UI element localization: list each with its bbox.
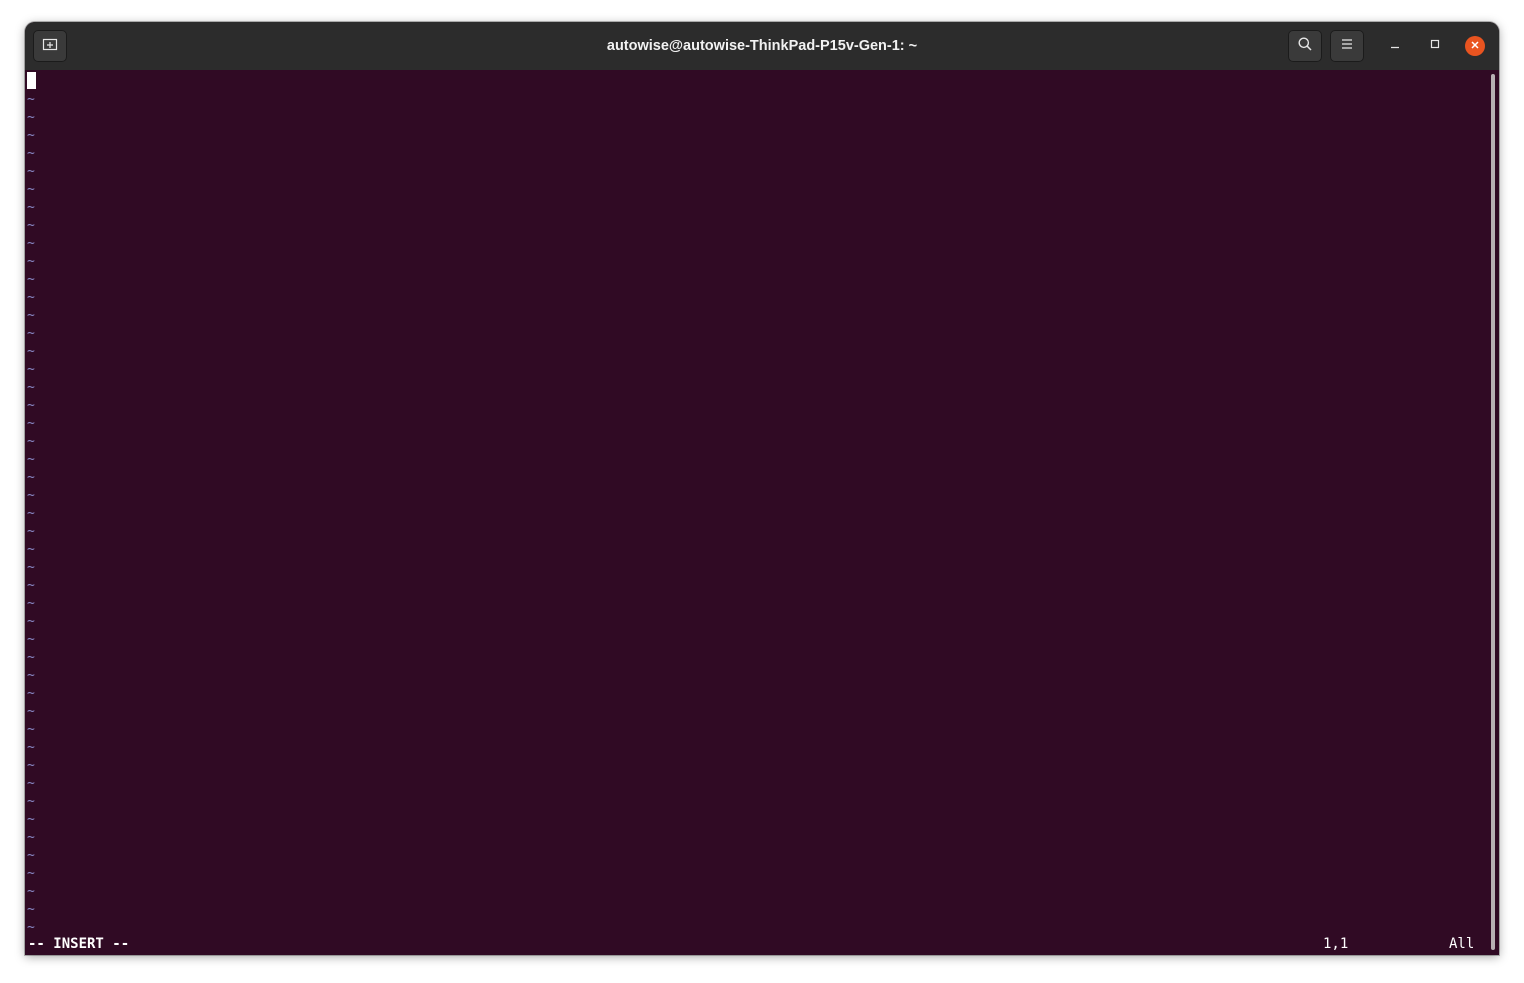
empty-line-marker: ~ (27, 632, 35, 647)
maximize-button[interactable] (1425, 36, 1445, 56)
empty-line-marker: ~ (27, 830, 35, 845)
empty-line-marker: ~ (27, 704, 35, 719)
cursor-position: 1,1 (1323, 936, 1349, 952)
hamburger-menu-icon (1340, 37, 1354, 56)
empty-line-marker: ~ (27, 92, 35, 107)
empty-line-marker: ~ (27, 308, 35, 323)
empty-line-marker: ~ (27, 668, 35, 683)
empty-line-marker: ~ (27, 164, 35, 179)
empty-line-marker: ~ (27, 218, 35, 233)
empty-line-marker: ~ (27, 344, 35, 359)
mode-indicator: -- INSERT -- (28, 936, 130, 952)
empty-line-markers: ~ ~ ~ ~ ~ ~ ~ ~ ~ ~ ~ ~ ~ ~ ~ ~ ~ ~ ~ ~ ~ ~ ~ ~ ~ ~ ~ ~ ~ ~ ~ ~ ~ ~ ~ ~ ~ ~ ~ ~… (27, 91, 35, 937)
empty-line-marker: ~ (27, 326, 35, 341)
empty-line-marker: ~ (27, 146, 35, 161)
empty-line-marker: ~ (27, 812, 35, 827)
empty-line-marker: ~ (27, 740, 35, 755)
empty-line-marker: ~ (27, 596, 35, 611)
empty-line-marker: ~ (27, 290, 35, 305)
new-tab-button[interactable] (33, 30, 67, 62)
empty-line-marker: ~ (27, 272, 35, 287)
empty-line-marker: ~ (27, 398, 35, 413)
text-cursor (27, 72, 36, 89)
empty-line-marker: ~ (27, 686, 35, 701)
empty-line-marker: ~ (27, 254, 35, 269)
empty-line-marker: ~ (27, 794, 35, 809)
empty-line-marker: ~ (27, 506, 35, 521)
empty-line-marker: ~ (27, 848, 35, 863)
empty-line-marker: ~ (27, 542, 35, 557)
minimize-icon (1389, 37, 1401, 55)
empty-line-marker: ~ (27, 128, 35, 143)
empty-line-marker: ~ (27, 236, 35, 251)
title-bar[interactable]: autowise@autowise-ThinkPad-P15v-Gen-1: ~ (25, 22, 1499, 70)
empty-line-marker: ~ (27, 884, 35, 899)
scrollbar[interactable] (1491, 74, 1495, 950)
new-tab-icon (42, 36, 58, 57)
empty-line-marker: ~ (27, 470, 35, 485)
empty-line-marker: ~ (27, 488, 35, 503)
vim-status-line: -- INSERT -- 1,1 All (25, 935, 1489, 953)
close-button[interactable] (1465, 36, 1485, 56)
search-button[interactable] (1288, 30, 1322, 62)
empty-line-marker: ~ (27, 722, 35, 737)
minimize-button[interactable] (1385, 36, 1405, 56)
empty-line-marker: ~ (27, 110, 35, 125)
empty-line-marker: ~ (27, 650, 35, 665)
empty-line-marker: ~ (27, 578, 35, 593)
empty-line-marker: ~ (27, 902, 35, 917)
close-icon (1470, 37, 1480, 55)
empty-line-marker: ~ (27, 200, 35, 215)
empty-line-marker: ~ (27, 866, 35, 881)
empty-line-marker: ~ (27, 524, 35, 539)
empty-line-marker: ~ (27, 776, 35, 791)
search-icon (1297, 36, 1313, 57)
empty-line-marker: ~ (27, 434, 35, 449)
menu-button[interactable] (1330, 30, 1364, 62)
empty-line-marker: ~ (27, 758, 35, 773)
maximize-icon (1429, 37, 1441, 55)
window-title: autowise@autowise-ThinkPad-P15v-Gen-1: ~ (606, 38, 918, 54)
empty-line-marker: ~ (27, 614, 35, 629)
empty-line-marker: ~ (27, 416, 35, 431)
empty-line-marker: ~ (27, 362, 35, 377)
empty-line-marker: ~ (27, 182, 35, 197)
empty-line-marker: ~ (27, 560, 35, 575)
empty-line-marker: ~ (27, 380, 35, 395)
terminal-window: autowise@autowise-ThinkPad-P15v-Gen-1: ~ (25, 22, 1499, 955)
empty-line-marker: ~ (27, 452, 35, 467)
terminal-content[interactable]: ~ ~ ~ ~ ~ ~ ~ ~ ~ ~ ~ ~ ~ ~ ~ ~ ~ ~ ~ ~ ~ ~ ~ ~ ~ ~ ~ ~ ~ ~ ~ ~ ~ ~ ~ ~ ~ ~ ~ ~… (25, 70, 1499, 955)
scroll-position: All (1449, 936, 1475, 952)
